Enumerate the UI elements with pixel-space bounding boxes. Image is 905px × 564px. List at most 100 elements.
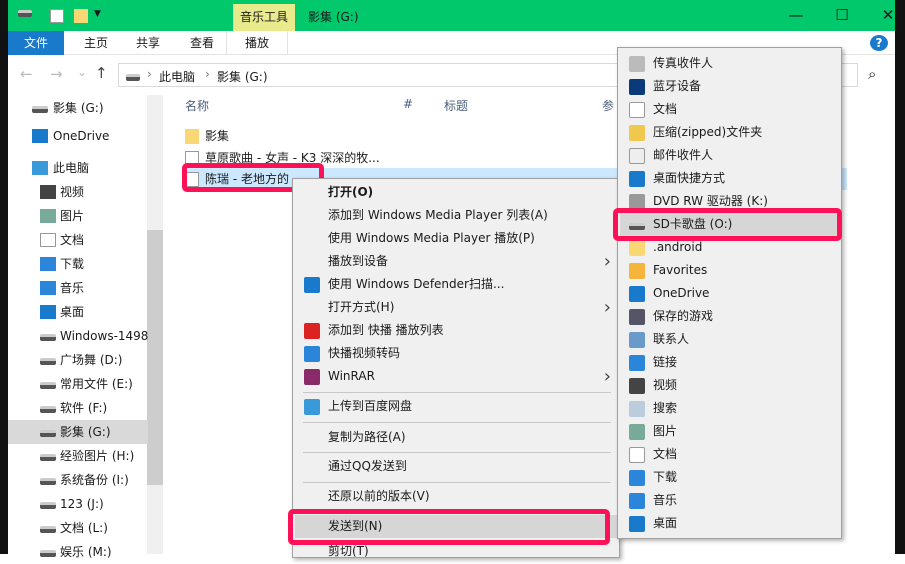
window-border-right bbox=[895, 0, 905, 554]
properties-icon[interactable] bbox=[50, 9, 64, 23]
send-to-item[interactable]: 下载 bbox=[620, 466, 839, 489]
menu-item-label: 添加到 Windows Media Player 列表(A) bbox=[328, 208, 548, 222]
column-name[interactable]: 名称 bbox=[185, 97, 209, 114]
sidebar-item[interactable]: 软件 (F:) bbox=[8, 396, 148, 420]
send-to-item[interactable]: 文档 bbox=[620, 443, 839, 466]
sidebar-item[interactable]: Windows-1498 bbox=[8, 324, 148, 348]
tab-file[interactable]: 文件 bbox=[8, 31, 64, 55]
recent-locations-button[interactable]: ⌄ bbox=[77, 65, 87, 79]
file-row[interactable]: 影集 bbox=[185, 125, 229, 147]
sidebar-item[interactable]: 下载 bbox=[8, 252, 148, 276]
send-to-item[interactable]: 搜索 bbox=[620, 397, 839, 420]
sidebar-item[interactable]: 经验图片 (H:) bbox=[8, 444, 148, 468]
sidebar-item[interactable]: 系统备份 (I:) bbox=[8, 468, 148, 492]
column-number[interactable]: # bbox=[403, 97, 413, 111]
file-name: 影集 bbox=[205, 129, 230, 143]
column-artist[interactable]: 参 bbox=[602, 97, 614, 114]
close-button[interactable]: ✕ bbox=[865, 0, 905, 31]
context-menu-item[interactable]: 通过QQ发送到 bbox=[295, 455, 617, 478]
video-icon bbox=[629, 378, 645, 394]
context-menu-item[interactable]: 复制为路径(A) bbox=[295, 426, 617, 449]
sidebar-item[interactable]: 广场舞 (D:) bbox=[8, 348, 148, 372]
context-menu-item[interactable]: 还原以前的版本(V) bbox=[295, 485, 617, 508]
context-menu-item[interactable]: 使用 Windows Defender扫描... bbox=[295, 273, 617, 296]
sidebar-item[interactable]: 桌面 bbox=[8, 300, 148, 324]
sidebar-item-label: 此电脑 bbox=[53, 161, 90, 175]
sidebar-item[interactable]: 娱乐 (M:) bbox=[8, 540, 148, 564]
menu-item-label: DVD RW 驱动器 (K:) bbox=[653, 194, 768, 208]
sidebar-item-label: 经验图片 (H:) bbox=[60, 449, 135, 463]
context-menu-item[interactable]: 播放到设备 › bbox=[295, 250, 617, 273]
send-to-item[interactable]: 压缩(zipped)文件夹 bbox=[620, 121, 839, 144]
forward-button[interactable]: → bbox=[50, 65, 63, 83]
sidebar-item[interactable]: 文档 (L:) bbox=[8, 516, 148, 540]
tab-share[interactable]: 共享 bbox=[124, 31, 172, 55]
sidebar-item-label: 系统备份 (I:) bbox=[60, 473, 129, 487]
send-to-item[interactable]: 链接 bbox=[620, 351, 839, 374]
sidebar-item[interactable]: 影集 (G:) bbox=[8, 96, 148, 120]
menu-item-label: 快播视频转码 bbox=[328, 346, 401, 360]
send-to-item[interactable]: 桌面 bbox=[620, 512, 839, 535]
sidebar-item[interactable]: 文档 bbox=[8, 228, 148, 252]
context-menu-item[interactable]: 打开(O) bbox=[295, 181, 617, 204]
send-to-item[interactable]: 蓝牙设备 bbox=[620, 75, 839, 98]
tab-view[interactable]: 查看 bbox=[178, 31, 226, 55]
maximize-button[interactable]: ☐ bbox=[819, 0, 865, 31]
up-button[interactable]: ↑ bbox=[95, 64, 108, 82]
tab-home[interactable]: 主页 bbox=[72, 31, 120, 55]
submenu-arrow-icon: › bbox=[603, 297, 611, 318]
sidebar-item[interactable]: 常用文件 (E:) bbox=[8, 372, 148, 396]
menu-item-label: 联系人 bbox=[653, 332, 690, 346]
send-to-item[interactable]: 保存的游戏 bbox=[620, 305, 839, 328]
context-menu-item[interactable]: 添加到 快播 播放列表 bbox=[295, 319, 617, 342]
sidebar-item-label: 娱乐 (M:) bbox=[60, 545, 112, 559]
send-to-item[interactable]: 图片 bbox=[620, 420, 839, 443]
music-tools-context-tab[interactable]: 音乐工具 bbox=[233, 4, 295, 31]
menu-item-label: 文档 bbox=[653, 102, 678, 116]
minimize-button[interactable]: — bbox=[773, 0, 819, 31]
context-menu-item[interactable]: 添加到 Windows Media Player 列表(A) bbox=[295, 204, 617, 227]
sidebar-item[interactable]: 音乐 bbox=[8, 276, 148, 300]
sidebar-item[interactable]: 123 (J:) bbox=[8, 492, 148, 516]
sidebar-item[interactable]: 视频 bbox=[8, 180, 148, 204]
search-icon[interactable]: ⌕ bbox=[868, 65, 876, 83]
send-to-item[interactable]: 桌面快捷方式 bbox=[620, 167, 839, 190]
menu-item-label: 添加到 快播 播放列表 bbox=[328, 323, 444, 337]
sidebar-item[interactable]: OneDrive bbox=[8, 124, 148, 148]
send-to-item[interactable]: 视频 bbox=[620, 374, 839, 397]
menu-item-label: 桌面 bbox=[653, 516, 678, 530]
navigation-pane: 影集 (G:) OneDrive 此电脑视频 图片文档下载 音乐 桌面 Windows-14… bbox=[8, 91, 163, 559]
drive-icon bbox=[32, 106, 48, 113]
context-menu-item[interactable]: 快播视频转码 bbox=[295, 342, 617, 365]
send-to-item[interactable]: 音乐 bbox=[620, 489, 839, 512]
sidebar-item-label: 影集 (G:) bbox=[53, 101, 104, 115]
new-folder-icon[interactable] bbox=[74, 9, 88, 23]
breadcrumb-this-pc[interactable]: 此电脑 bbox=[159, 68, 195, 85]
sidebar-item-label: 文档 bbox=[60, 233, 85, 247]
send-to-item[interactable]: Favorites bbox=[620, 259, 839, 282]
context-menu-item[interactable]: 使用 Windows Media Player 播放(P) bbox=[295, 227, 617, 250]
drive-icon bbox=[126, 74, 140, 81]
column-title[interactable]: 标题 bbox=[444, 97, 468, 114]
sidebar-item[interactable]: 影集 (G:) bbox=[8, 420, 148, 444]
send-to-item[interactable]: 邮件收件人 bbox=[620, 144, 839, 167]
sidebar-item[interactable]: 图片 bbox=[8, 204, 148, 228]
send-to-item[interactable]: 传真收件人 bbox=[620, 52, 839, 75]
back-button[interactable]: ← bbox=[20, 65, 33, 83]
sidebar-item-label: 常用文件 (E:) bbox=[60, 377, 133, 391]
send-to-item[interactable]: 文档 bbox=[620, 98, 839, 121]
send-to-item[interactable]: 联系人 bbox=[620, 328, 839, 351]
desktop-shortcut-icon bbox=[629, 171, 645, 187]
tab-play[interactable]: 播放 bbox=[226, 31, 288, 55]
menu-item-label: 链接 bbox=[653, 355, 678, 369]
context-menu-item[interactable]: 打开方式(H) › bbox=[295, 296, 617, 319]
drive-icon bbox=[40, 382, 56, 389]
send-to-item[interactable]: OneDrive bbox=[620, 282, 839, 305]
menu-item-label: 传真收件人 bbox=[653, 56, 714, 70]
help-icon[interactable]: ? bbox=[870, 35, 888, 51]
breadcrumb-drive[interactable]: 影集 (G:) bbox=[217, 68, 268, 85]
context-menu-item[interactable]: WinRAR › bbox=[295, 365, 617, 388]
sidebar-item[interactable]: 此电脑 bbox=[8, 156, 148, 180]
customize-dropdown-icon[interactable]: ▼ bbox=[94, 9, 108, 23]
context-menu-item[interactable]: 上传到百度网盘 bbox=[295, 395, 617, 418]
